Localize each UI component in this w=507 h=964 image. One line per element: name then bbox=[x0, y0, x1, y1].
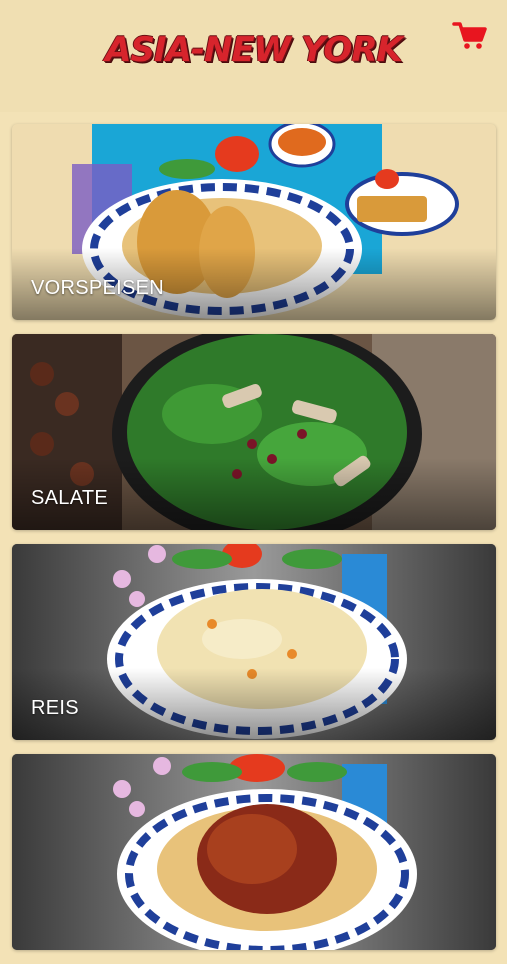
category-card-reis[interactable]: REIS bbox=[12, 544, 496, 740]
category-label: REIS bbox=[31, 697, 79, 719]
category-card-vorspeisen[interactable]: VORSPEISEN bbox=[12, 124, 496, 320]
category-label: SALATE bbox=[31, 487, 109, 509]
brand-logo: ASIA-NEW YORK bbox=[105, 30, 403, 70]
shopping-cart-icon[interactable] bbox=[452, 20, 488, 52]
category-label: VORSPEISEN bbox=[31, 277, 165, 299]
category-card-4[interactable] bbox=[12, 754, 496, 950]
duck-dish-image bbox=[12, 754, 496, 950]
category-list: VORSPEISEN SALATE REIS bbox=[12, 124, 496, 964]
card-label-shade bbox=[12, 668, 496, 740]
category-card-salate[interactable]: SALATE bbox=[12, 334, 496, 530]
app-header: ASIA-NEW YORK bbox=[0, 0, 507, 112]
